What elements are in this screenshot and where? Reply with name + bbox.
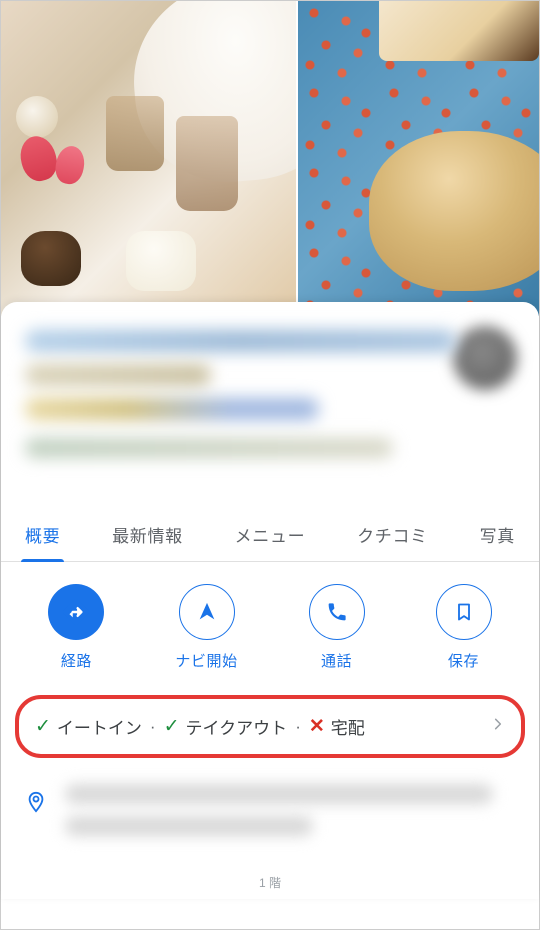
tab-label: メニュー	[235, 527, 306, 546]
location-pin-icon	[25, 788, 47, 821]
address-blurred	[65, 784, 515, 848]
tab-label: 最新情報	[112, 527, 183, 546]
header-photo-collage[interactable]	[1, 1, 539, 316]
service-options-row[interactable]: ✓ イートイン · ✓ テイクアウト · ✕ 宅配	[15, 695, 525, 758]
header-photo-right[interactable]	[298, 1, 539, 316]
directions-button[interactable]: 経路	[48, 584, 104, 671]
place-panel: 概要 最新情報 メニュー クチコミ 写真 経路 ナビ開始	[1, 302, 539, 899]
check-icon: ✓	[164, 717, 180, 736]
tab-reviews[interactable]: クチコミ	[353, 508, 432, 561]
place-info-blurred	[1, 320, 539, 498]
action-label: ナビ開始	[175, 650, 237, 671]
bookmark-icon	[436, 584, 492, 640]
service-eat-in: イートイン	[57, 714, 142, 739]
action-label: 経路	[61, 650, 92, 671]
separator: ·	[150, 717, 156, 737]
tab-bar: 概要 最新情報 メニュー クチコミ 写真	[1, 508, 539, 562]
cross-icon: ✕	[309, 717, 325, 736]
action-label: 通話	[321, 650, 352, 671]
action-button-row: 経路 ナビ開始 通話 保存	[1, 562, 539, 695]
check-icon: ✓	[35, 717, 51, 736]
floor-note: 1 階	[1, 874, 539, 899]
save-button[interactable]: 保存	[436, 584, 492, 671]
service-takeout: テイクアウト	[186, 714, 288, 739]
start-navigation-button[interactable]: ナビ開始	[175, 584, 237, 671]
tab-label: 写真	[480, 527, 515, 546]
service-delivery: 宅配	[331, 714, 365, 739]
phone-icon	[309, 584, 365, 640]
navigation-icon	[179, 584, 235, 640]
service-options-text: ✓ イートイン · ✓ テイクアウト · ✕ 宅配	[35, 714, 365, 739]
chevron-right-icon	[491, 713, 505, 740]
tab-label: 概要	[25, 527, 60, 546]
tab-updates[interactable]: 最新情報	[108, 508, 187, 561]
directions-icon	[48, 584, 104, 640]
place-thumbnail-blurred	[453, 326, 517, 390]
address-row[interactable]	[1, 758, 539, 874]
tab-label: クチコミ	[357, 527, 428, 546]
action-label: 保存	[448, 650, 479, 671]
call-button[interactable]: 通話	[309, 584, 365, 671]
tab-menu[interactable]: メニュー	[231, 508, 310, 561]
separator: ·	[295, 717, 301, 737]
header-photo-left[interactable]	[1, 1, 296, 316]
tab-photos[interactable]: 写真	[476, 508, 519, 561]
tab-overview[interactable]: 概要	[21, 508, 64, 561]
